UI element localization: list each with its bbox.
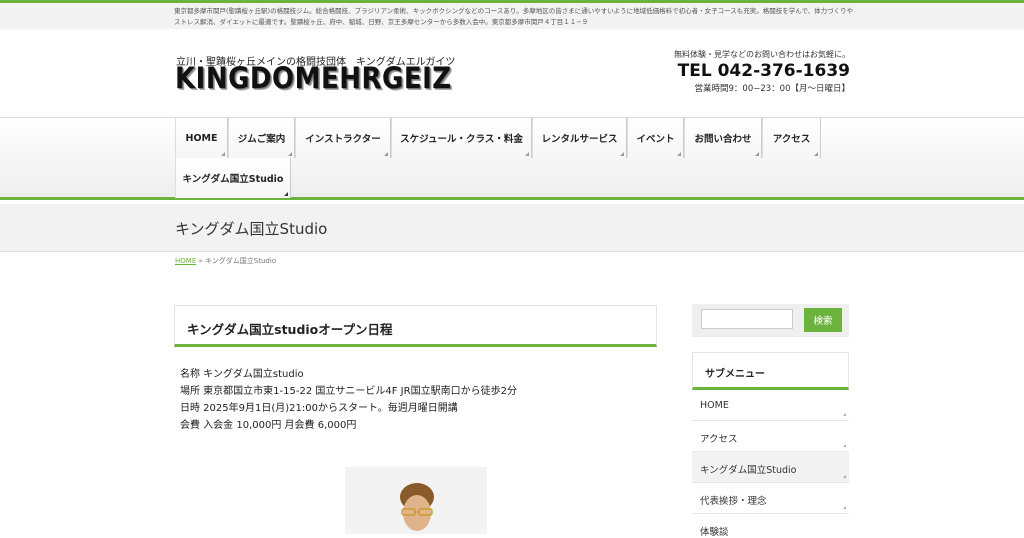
- site-header: 立川・聖蹟桜ヶ丘メインの格闘技団体 キングダムエルガイツ KINGDOMEHRG…: [0, 29, 1024, 117]
- breadcrumb: HOME » キングダム国立Studio: [175, 256, 276, 266]
- submenu-title: サブメニュー: [705, 369, 765, 380]
- breadcrumb-home-link[interactable]: HOME: [175, 257, 196, 265]
- submenu-label: キングダム国立Studio: [700, 465, 797, 476]
- contact-block: 無料体験・見学などのお問い合わせはお気軽に。 TEL 042-376-1639 …: [674, 49, 850, 94]
- nav-item-instructors[interactable]: インストラクター: [295, 118, 391, 158]
- phone-number[interactable]: TEL 042-376-1639: [674, 60, 850, 82]
- search-button[interactable]: 検索: [804, 308, 842, 332]
- nav-item-schedule[interactable]: スケジュール・クラス・料金: [391, 118, 532, 158]
- submenu-label: HOME: [700, 400, 729, 411]
- info-name: 名称 キングダム国立studio: [180, 369, 304, 380]
- submenu-item-testimonials[interactable]: 体験談: [692, 514, 849, 538]
- business-hours: 営業時間9：00−23：00【月〜日曜日】: [694, 84, 850, 94]
- nav-item-contact[interactable]: お問い合わせ: [684, 118, 762, 158]
- info-location: 場所 東京都国立市東1-15-22 国立サニービル4F JR国立駅南口から徒歩2…: [180, 386, 517, 397]
- nav-item-access[interactable]: アクセス: [762, 118, 821, 158]
- nav-label: ジムご案内: [237, 134, 286, 145]
- top-info-bar: 東京都多摩市関戸(聖蹟桜ヶ丘駅)の格闘技ジム。総合格闘技、ブラジリアン柔術、キッ…: [0, 0, 1024, 29]
- nav-item-kunitachi-studio[interactable]: キングダム国立Studio: [175, 158, 291, 198]
- breadcrumb-current: キングダム国立Studio: [205, 257, 277, 265]
- nav-item-events[interactable]: イベント: [627, 118, 684, 158]
- submenu-item-access[interactable]: アクセス: [692, 421, 849, 452]
- nav-label: アクセス: [772, 134, 811, 145]
- site-logo[interactable]: KINGDOMEHRGEIZ: [175, 62, 452, 96]
- nav-item-home[interactable]: HOME: [175, 118, 228, 158]
- post-title-box: キングダム国立studioオープン日程: [174, 305, 657, 347]
- instructor-photo: [345, 467, 487, 534]
- main-nav: HOME ジムご案内 インストラクター スケジュール・クラス・料金 レンタルサー…: [0, 117, 1024, 200]
- submenu-label: アクセス: [700, 434, 738, 445]
- sidebar-search: 検索: [692, 304, 849, 337]
- nav-label: HOME: [185, 132, 218, 144]
- breadcrumb-separator: »: [198, 257, 203, 265]
- submenu-label: 体験談: [700, 527, 729, 538]
- submenu-item-kunitachi-studio[interactable]: キングダム国立Studio: [692, 452, 849, 483]
- submenu-item-home[interactable]: HOME: [692, 390, 849, 421]
- nav-label: スケジュール・クラス・料金: [400, 134, 523, 145]
- page-title: キングダム国立Studio: [175, 220, 328, 238]
- nav-label: イベント: [636, 134, 675, 145]
- search-input[interactable]: [701, 309, 793, 329]
- studio-info: 名称 キングダム国立studio 場所 東京都国立市東1-15-22 国立サニー…: [180, 366, 517, 434]
- info-schedule: 日時 2025年9月1日(月)21:00からスタート。毎週月曜日開講: [180, 403, 458, 414]
- nav-label: お問い合わせ: [694, 134, 752, 145]
- nav-item-gym-guide[interactable]: ジムご案内: [228, 118, 295, 158]
- info-fees: 会費 入会金 10,000円 月会費 6,000円: [180, 420, 357, 431]
- nav-label: レンタルサービス: [541, 134, 618, 145]
- post-title: キングダム国立studioオープン日程: [187, 322, 393, 337]
- nav-label: インストラクター: [305, 134, 381, 145]
- nav-item-rental[interactable]: レンタルサービス: [532, 118, 627, 158]
- submenu-item-greeting[interactable]: 代表挨拶・理念: [692, 483, 849, 514]
- submenu-header: サブメニュー: [692, 352, 849, 390]
- top-info-text: 東京都多摩市関戸(聖蹟桜ヶ丘駅)の格闘技ジム。総合格闘技、ブラジリアン柔術、キッ…: [174, 7, 854, 26]
- page-title-bar: キングダム国立Studio: [0, 204, 1024, 252]
- submenu-label: 代表挨拶・理念: [700, 496, 767, 507]
- nav-label: キングダム国立Studio: [182, 174, 284, 185]
- contact-note: 無料体験・見学などのお問い合わせはお気軽に。: [674, 50, 850, 59]
